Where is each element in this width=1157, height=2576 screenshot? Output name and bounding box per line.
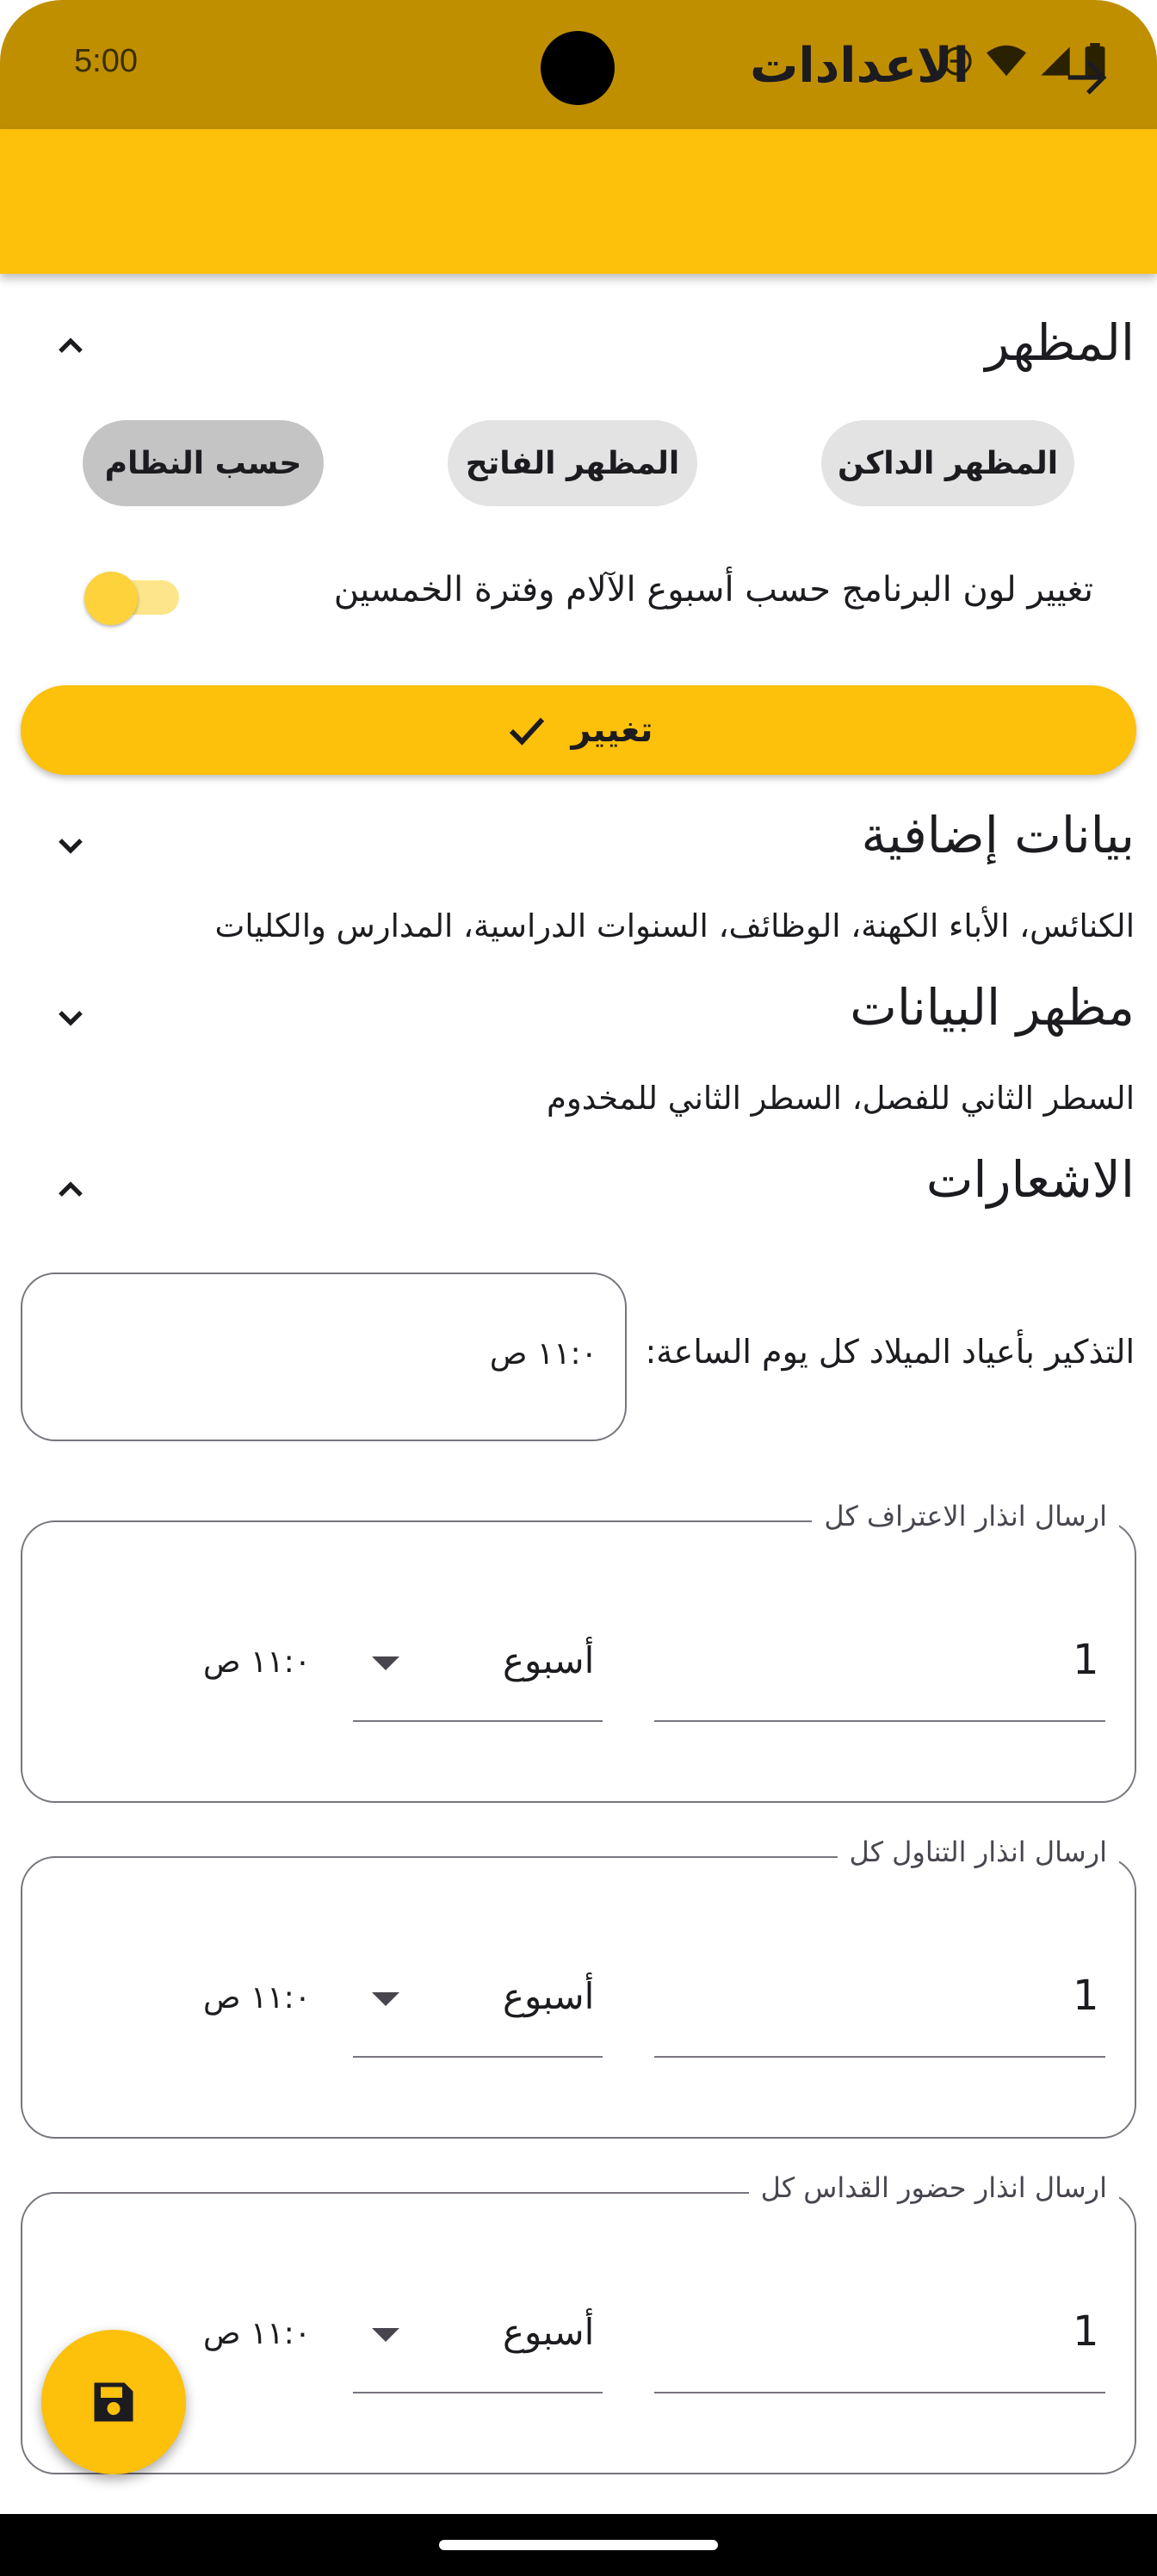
confession-count-field[interactable]: [654, 1627, 1105, 1722]
change-button-label: تغيير: [571, 710, 653, 750]
mass-count-field[interactable]: [654, 2299, 1105, 2393]
data-view-title[interactable]: مظهر البيانات: [850, 978, 1135, 1037]
gesture-handle[interactable]: [439, 2540, 718, 2550]
check-icon: [510, 717, 545, 746]
extra-data-title[interactable]: بيانات إضافية: [861, 806, 1135, 864]
toggle-label: تغيير لون البرنامج حسب أسبوع الآلام وفتر…: [333, 570, 1093, 610]
confession-period: أسبوع: [503, 1639, 595, 1681]
chip-dark-theme[interactable]: المظهر الداكن: [821, 420, 1074, 506]
chip-system-theme[interactable]: حسب النظام: [83, 420, 324, 506]
save-fab-button[interactable]: [41, 2330, 186, 2474]
communion-count: 1: [1073, 1972, 1099, 2020]
arrow-right-icon[interactable]: [1059, 50, 1114, 105]
chevron-up-icon[interactable]: [50, 325, 91, 367]
status-time: 5:00: [74, 43, 138, 79]
data-view-subtitle: السطر الثاني للفصل، السطر الثاني للمخدوم: [546, 1080, 1135, 1117]
dropdown-arrow-icon: [372, 1992, 399, 2006]
dropdown-arrow-icon: [372, 1656, 399, 1670]
mass-count: 1: [1073, 2307, 1099, 2356]
chevron-down-icon[interactable]: [50, 825, 91, 866]
communion-legend: ارسال انذار التناول كل: [837, 1836, 1119, 1868]
communion-time[interactable]: ١١:٠ ص: [203, 1980, 311, 2016]
appearance-title: المظهر: [985, 313, 1135, 372]
floppy-disk-icon: [94, 2382, 133, 2422]
dropdown-arrow-icon: [372, 2328, 399, 2342]
mass-period: أسبوع: [503, 2311, 595, 2353]
communion-count-field[interactable]: [654, 1963, 1105, 2058]
wifi-icon: [987, 45, 1026, 77]
app-bar: [0, 129, 1157, 274]
confession-count: 1: [1073, 1636, 1099, 1684]
birthday-time: ١١:٠ ص: [489, 1336, 597, 1372]
toggle-thumb[interactable]: [84, 572, 138, 625]
chip-light-theme[interactable]: المظهر الفاتح: [448, 420, 697, 506]
birthday-label: التذكير بأعياد الميلاد كل يوم الساعة:: [645, 1333, 1135, 1371]
chevron-down-icon[interactable]: [50, 997, 91, 1038]
chevron-up-icon[interactable]: [50, 1169, 91, 1211]
mass-legend: ارسال انذار حضور القداس كل: [748, 2171, 1119, 2204]
confession-legend: ارسال انذار الاعتراف كل: [812, 1500, 1119, 1533]
notifications-title: الاشعارات: [925, 1150, 1135, 1209]
confession-time[interactable]: ١١:٠ ص: [203, 1644, 311, 1680]
communion-period: أسبوع: [503, 1975, 595, 2017]
camera-cutout: [541, 31, 615, 105]
change-button[interactable]: تغيير: [21, 685, 1136, 775]
mass-time[interactable]: ١١:٠ ص: [203, 2316, 311, 2351]
extra-data-subtitle: الكنائس، الأباء الكهنة، الوظائف، السنوات…: [214, 907, 1135, 944]
page-title: الاعدادات: [750, 38, 969, 94]
